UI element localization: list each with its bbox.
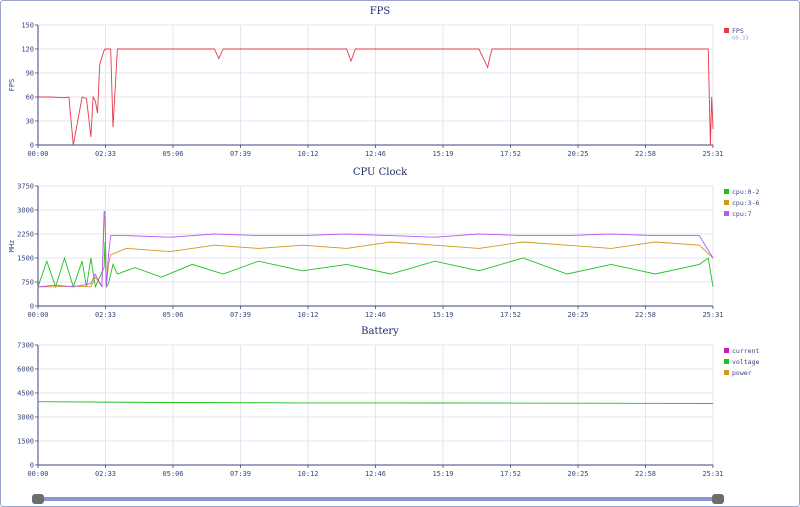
x-tick-label: 17:52 [500,150,521,158]
x-tick-label: 22:58 [635,470,656,478]
legend-swatch [724,211,729,216]
legend-label: cpu:0-2 [732,188,759,196]
y-tick-label: 2250 [17,231,34,239]
x-tick-label: 20:25 [567,470,588,478]
x-tick-label: 00:00 [27,311,48,319]
legend-label: voltage [732,358,759,366]
x-tick-label: 12:46 [365,150,386,158]
legend-swatch [724,348,729,353]
x-tick-label: 17:52 [500,470,521,478]
x-tick-label: 15:19 [432,150,453,158]
x-tick-label: 05:06 [162,470,183,478]
x-tick-label: 05:06 [162,150,183,158]
x-tick-label: 00:00 [27,470,48,478]
slider-track[interactable] [40,497,716,501]
legend-swatch [724,200,729,205]
x-tick-label: 15:19 [432,470,453,478]
slider-handle-end[interactable] [712,494,724,504]
legend-sub-label: 60.33 [732,36,749,42]
x-tick-label: 05:06 [162,311,183,319]
legend-label: current [732,347,759,355]
x-tick-label: 02:33 [95,470,116,478]
x-tick-label: 12:46 [365,311,386,319]
legend-label: FPS [732,27,744,35]
y-axis-label: FPS [8,79,16,92]
y-tick-label: 0 [30,462,34,470]
x-tick-label: 00:00 [27,150,48,158]
y-tick-label: 1500 [17,255,34,263]
y-tick-label: 0 [30,142,34,150]
y-tick-label: 1500 [17,438,34,446]
x-tick-label: 25:31 [702,150,723,158]
legend-swatch [724,189,729,194]
x-tick-label: 02:33 [95,150,116,158]
legend-label: power [732,369,752,377]
x-tick-label: 10:12 [297,311,318,319]
x-tick-label: 12:46 [365,470,386,478]
chart-title: FPS [370,6,391,17]
x-tick-label: 15:19 [432,311,453,319]
y-tick-label: 60 [26,94,34,102]
y-tick-label: 0 [30,303,34,311]
y-tick-label: 90 [26,70,34,78]
x-tick-label: 17:52 [500,311,521,319]
x-tick-label: 25:31 [702,311,723,319]
legend-swatch [724,359,729,364]
x-tick-label: 20:25 [567,150,588,158]
x-tick-label: 25:31 [702,470,723,478]
y-tick-label: 3000 [17,414,34,422]
chart-title: Battery [361,326,399,337]
y-tick-label: 4500 [17,390,34,398]
y-axis-label: MHz [8,240,16,253]
time-range-slider[interactable] [32,494,724,504]
x-tick-label: 07:39 [230,150,251,158]
x-tick-label: 10:12 [297,150,318,158]
legend-swatch [724,370,729,375]
legend-label: cpu:3-6 [732,199,759,207]
charts-canvas: FPS 0 30 60 90 120 150 00:00 02:33 05:06 07:39 10:1… [8,6,759,478]
y-tick-label: 30 [26,118,34,126]
slider-handle-start[interactable] [32,494,44,504]
legend-swatch [724,28,729,33]
y-tick-label: 6000 [17,366,34,374]
x-tick-label: 10:12 [297,470,318,478]
y-tick-label: 7300 [17,342,34,350]
y-tick-label: 3000 [17,207,34,215]
y-tick-label: 120 [21,46,34,54]
y-tick-label: 750 [21,279,34,287]
y-tick-label: 150 [21,22,34,30]
chart-title: CPU Clock [353,167,408,178]
x-tick-label: 22:58 [635,311,656,319]
y-tick-label: 3750 [17,183,34,191]
x-tick-label: 02:33 [95,311,116,319]
x-tick-label: 07:39 [230,470,251,478]
x-tick-label: 20:25 [567,311,588,319]
legend-label: cpu:7 [732,210,752,218]
x-tick-label: 22:58 [635,150,656,158]
x-tick-label: 07:39 [230,311,251,319]
